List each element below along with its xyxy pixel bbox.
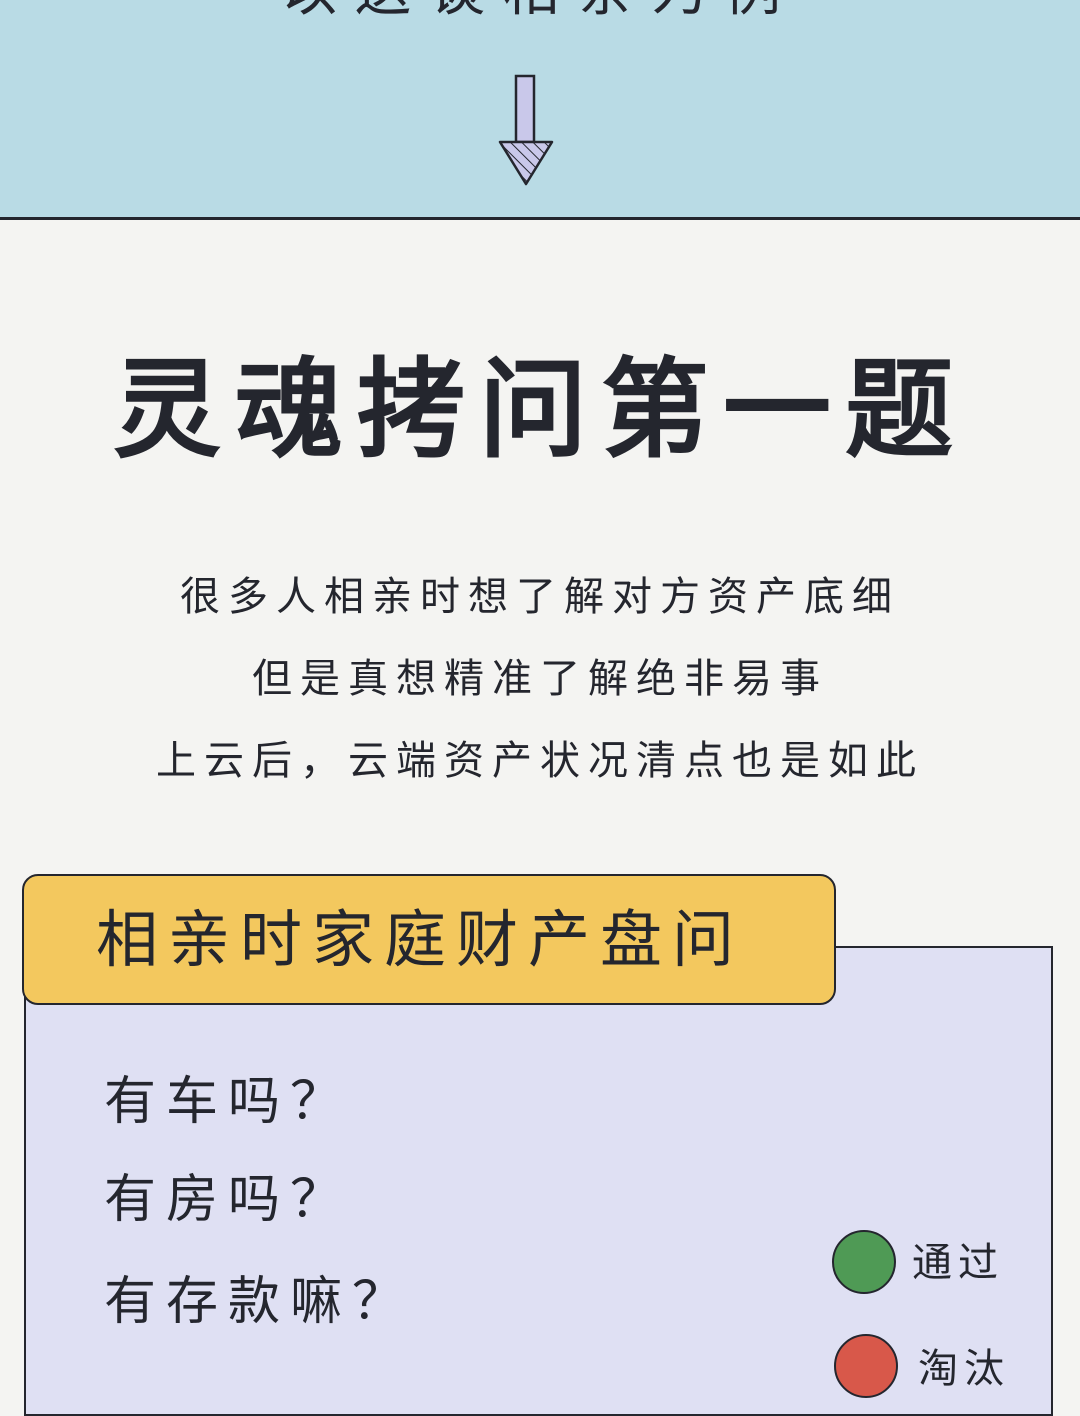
pass-label: 通过: [912, 1240, 1004, 1286]
card-tab-label: 相亲时家庭财产盘问: [96, 903, 745, 976]
intro-paragraph: 很多人相亲时想了解对方资产底细 但是真想精准了解绝非易事 上云后，云端资产状况清…: [0, 556, 1080, 802]
intro-line: 很多人相亲时想了解对方资产底细: [180, 574, 900, 620]
intro-line: 上云后，云端资产状况清点也是如此: [156, 738, 924, 784]
question-item: 有房吗？: [104, 1170, 353, 1230]
banner-title: 以送谈相亲为例: [0, 0, 1080, 22]
pass-dot-icon: [832, 1230, 896, 1294]
fail-label: 淘汰: [918, 1346, 1010, 1392]
page-title: 灵魂拷问第一题: [112, 348, 967, 473]
question-item: 有存款嘛？: [104, 1272, 415, 1332]
intro-line: 但是真想精准了解绝非易事: [252, 656, 828, 702]
fail-dot-icon: [834, 1334, 898, 1398]
top-banner: 以送谈相亲为例: [0, 0, 1080, 220]
card-tab: 相亲时家庭财产盘问: [22, 874, 836, 1005]
question-item: 有车吗？: [104, 1072, 353, 1132]
down-arrow-icon: [498, 74, 554, 186]
